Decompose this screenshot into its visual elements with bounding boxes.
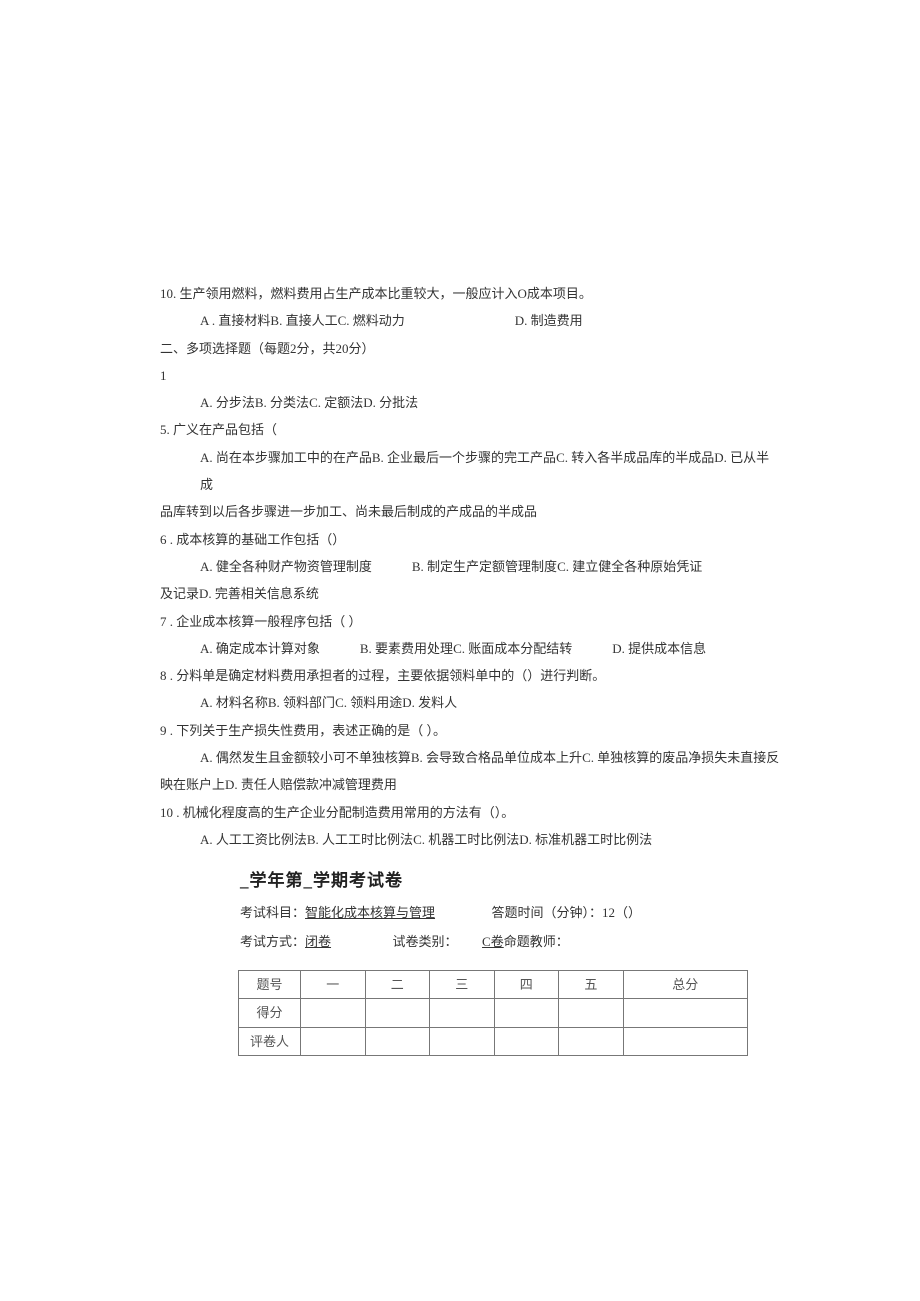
q8-text: . 分料单是确定材料费用承担者的过程，主要依据领料单中的（）进行判断。 xyxy=(167,668,606,683)
q8-d: D. 发料人 xyxy=(402,695,457,710)
cell xyxy=(365,999,430,1027)
paper-label: 试卷类别： xyxy=(393,934,458,949)
q7-d: D. 提供成本信息 xyxy=(612,635,706,662)
q9-cont-line: 映在账户上D. 责任人赔偿款冲减管理费用 xyxy=(160,771,780,798)
q10b-c: C. 机器工时比例法 xyxy=(413,832,519,847)
q10-b: B. 直接人工 xyxy=(270,313,337,328)
q5-text: 5. 广义在产品包括（ xyxy=(160,416,780,443)
q8-c: C. 领料用途 xyxy=(335,695,402,710)
q6-b: B. 制定生产定额管理制度 xyxy=(412,553,557,580)
cell xyxy=(430,1027,495,1055)
mode-value: 闭卷 xyxy=(305,934,331,949)
q8-b: B. 领料部门 xyxy=(268,695,335,710)
q10-options: A . 直接材料B. 直接人工C. 燃料动力 D. 制造费用 xyxy=(160,307,780,334)
q10-d: D. 制造费用 xyxy=(515,307,583,334)
q5-cont: 品库转到以后各步骤进一步加工、尚未最后制成的产成品的半成品 xyxy=(160,498,780,525)
q8-a: A. 材料名称 xyxy=(200,695,268,710)
cell xyxy=(494,1027,559,1055)
q9-c: C. 单独核算的废品净损失未直接反 xyxy=(582,750,779,765)
q6-cont: 及记录 xyxy=(160,586,199,601)
table-header-row: 题号 一 二 三 四 五 总分 xyxy=(239,971,748,999)
q10b-b: B. 人工工时比例法 xyxy=(307,832,413,847)
q9-b: B. 会导致合格品单位成本上升 xyxy=(411,750,582,765)
q6-cont-line: 及记录D. 完善相关信息系统 xyxy=(160,580,780,607)
exam-title: _学年第_学期考试卷 xyxy=(240,871,403,890)
after1-c: C. 定额法 xyxy=(309,395,363,410)
cell xyxy=(365,1027,430,1055)
q9-options: A. 偶然发生且金额较小可不单独核算B. 会导致合格品单位成本上升C. 单独核算… xyxy=(160,744,780,771)
subject-label: 考试科目： xyxy=(240,905,305,920)
th-0: 题号 xyxy=(239,971,301,999)
q6-a: A. 健全各种财产物资管理制度 xyxy=(200,559,372,574)
th-1: 一 xyxy=(301,971,366,999)
q6-line: 6 . 成本核算的基础工作包括（） xyxy=(160,526,780,553)
after1-d: D. 分批法 xyxy=(363,395,418,410)
cell xyxy=(559,999,624,1027)
th-3: 三 xyxy=(430,971,495,999)
q10b-a: A. 人工工资比例法 xyxy=(200,832,307,847)
q5-options: A. 尚在本步骤加工中的在产品B. 企业最后一个步骤的完工产品C. 转入各半成品… xyxy=(160,444,780,499)
q8-options: A. 材料名称B. 领料部门C. 领料用途D. 发料人 xyxy=(160,689,780,716)
q7-options: A. 确定成本计算对象 B. 要素费用处理C. 账面成本分配结转 D. 提供成本信息 xyxy=(160,635,780,662)
q6-d: D. 完善相关信息系统 xyxy=(199,586,319,601)
cell xyxy=(494,999,559,1027)
mode-label: 考试方式： xyxy=(240,934,305,949)
cell xyxy=(301,1027,366,1055)
q7-line: 7 . 企业成本核算一般程序包括（ ） xyxy=(160,608,780,635)
q6-text: . 成本核算的基础工作包括（） xyxy=(167,532,346,547)
row-score-label: 得分 xyxy=(239,999,301,1027)
q10b-options: A. 人工工资比例法B. 人工工时比例法C. 机器工时比例法D. 标准机器工时比… xyxy=(160,826,780,853)
q10-c: C. 燃料动力 xyxy=(338,313,405,328)
table-grader-row: 评卷人 xyxy=(239,1027,748,1055)
exam-title-block: _学年第_学期考试卷 xyxy=(160,863,780,899)
q6-options: A. 健全各种财产物资管理制度 B. 制定生产定额管理制度C. 建立健全各种原始凭… xyxy=(160,553,780,580)
row-grader-label: 评卷人 xyxy=(239,1027,301,1055)
q10-text: 10. 生产领用燃料，燃料费用占生产成本比重较大，一般应计入O成本项目。 xyxy=(160,280,780,307)
cell xyxy=(301,999,366,1027)
q10b-line: 10 . 机械化程度高的生产企业分配制造费用常用的方法有（）。 xyxy=(160,799,780,826)
q7-a: A. 确定成本计算对象 xyxy=(200,641,320,656)
q9-line: 9 . 下列关于生产损失性费用，表述正确的是（ ）。 xyxy=(160,717,780,744)
paper-value: C卷 xyxy=(482,934,504,949)
q-after1-options: A. 分步法B. 分类法C. 定额法D. 分批法 xyxy=(160,389,780,416)
q7-c: C. 账面成本分配结转 xyxy=(453,641,572,656)
th-5: 五 xyxy=(559,971,624,999)
th-4: 四 xyxy=(494,971,559,999)
q9-d: D. 责任人赔偿款冲减管理费用 xyxy=(225,777,397,792)
q10b-text: . 机械化程度高的生产企业分配制造费用常用的方法有（）。 xyxy=(173,805,514,820)
q5-b: B. 企业最后一个步骤的完工产品 xyxy=(372,450,556,465)
after1-a: A. 分步法 xyxy=(200,395,255,410)
exam-info-line2: 考试方式：闭卷 试卷类别： C卷命题教师： xyxy=(160,928,780,957)
q5-a: A. 尚在本步骤加工中的在产品 xyxy=(200,450,372,465)
q10b-d: D. 标准机器工时比例法 xyxy=(519,832,652,847)
subject-value: 智能化成本核算与管理 xyxy=(305,905,435,920)
th-2: 二 xyxy=(365,971,430,999)
q10b-num: 10 xyxy=(160,799,173,826)
q7-b: B. 要素费用处理 xyxy=(360,635,453,662)
cell xyxy=(430,999,495,1027)
after1-b: B. 分类法 xyxy=(255,395,309,410)
q8-line: 8 . 分料单是确定材料费用承担者的过程，主要依据领料单中的（）进行判断。 xyxy=(160,662,780,689)
section2-heading: 二、多项选择题（每题2分，共20分） xyxy=(160,335,780,362)
exam-info-line1: 考试科目：智能化成本核算与管理 答题时间（分钟）：12（） xyxy=(160,899,780,928)
th-6: 总分 xyxy=(623,971,747,999)
cell xyxy=(623,999,747,1027)
q9-a: A. 偶然发生且金额较小可不单独核算 xyxy=(200,750,411,765)
q7-text: . 企业成本核算一般程序包括（ ） xyxy=(167,614,362,629)
q6-c: C. 建立健全各种原始凭证 xyxy=(557,559,702,574)
q9-cont: 映在账户上 xyxy=(160,777,225,792)
time-label: 答题时间（分钟）：12（） xyxy=(492,905,642,920)
q10-a: A . 直接材料 xyxy=(200,313,270,328)
q1-num: 1 xyxy=(160,362,780,389)
cell xyxy=(623,1027,747,1055)
table-score-row: 得分 xyxy=(239,999,748,1027)
teacher-label: 命题教师： xyxy=(504,934,569,949)
cell xyxy=(559,1027,624,1055)
q5-c: C. 转入各半成品库的半成品 xyxy=(556,450,714,465)
q9-text: . 下列关于生产损失性费用，表述正确的是（ ）。 xyxy=(167,723,447,738)
score-table: 题号 一 二 三 四 五 总分 得分 评卷人 xyxy=(238,970,748,1056)
